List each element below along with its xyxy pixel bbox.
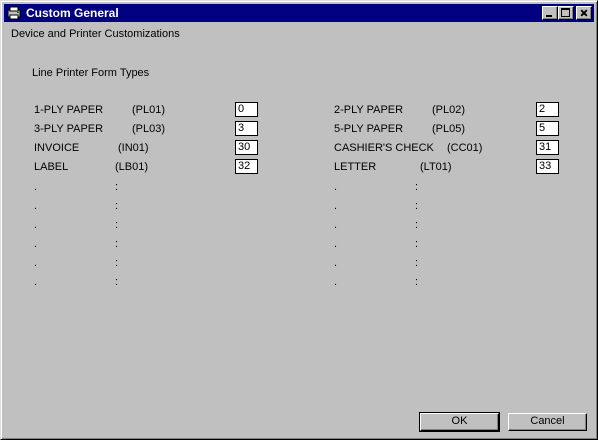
form-name: 1-PLY PAPER xyxy=(34,104,104,116)
form-value-field[interactable]: 5 xyxy=(536,121,559,136)
cancel-button[interactable]: Cancel xyxy=(508,413,587,431)
form-name: INVOICE xyxy=(34,142,80,154)
form-name: LABEL xyxy=(34,161,69,173)
form-name: LETTER xyxy=(334,161,377,173)
empty-slot-name: . xyxy=(34,219,38,231)
empty-slot-name: . xyxy=(34,238,38,250)
empty-slot-name: . xyxy=(334,200,338,212)
empty-slot-name: . xyxy=(334,257,338,269)
empty-slot-name: . xyxy=(34,181,38,193)
empty-slot-code: : xyxy=(115,219,119,231)
app-icon xyxy=(7,6,21,20)
maximize-icon[interactable] xyxy=(558,6,574,20)
empty-slot-code: : xyxy=(115,238,119,250)
title-bar[interactable]: Custom General xyxy=(4,4,594,22)
window-title: Custom General xyxy=(26,6,119,20)
form-code: (LT01) xyxy=(420,161,452,173)
form-code: (CC01) xyxy=(447,142,483,154)
form-name: 3-PLY PAPER xyxy=(34,123,104,135)
empty-slot-name: . xyxy=(334,219,338,231)
empty-slot-name: . xyxy=(34,200,38,212)
form-name: 2-PLY PAPER xyxy=(334,104,404,116)
empty-slot-code: : xyxy=(415,200,419,212)
section-title: Line Printer Form Types xyxy=(32,67,150,79)
form-code: (PL01) xyxy=(132,104,166,116)
form-value-field[interactable]: 3 xyxy=(235,121,258,136)
form-code: (PL03) xyxy=(132,123,166,135)
form-value-field[interactable]: 32 xyxy=(235,159,258,174)
empty-slot-name: . xyxy=(334,276,338,288)
close-icon[interactable] xyxy=(576,6,592,20)
empty-slot-code: : xyxy=(415,181,419,193)
empty-slot-name: . xyxy=(34,276,38,288)
form-code: (LB01) xyxy=(115,161,149,173)
form-name: 5-PLY PAPER xyxy=(334,123,404,135)
empty-slot-name: . xyxy=(334,181,338,193)
custom-general-window: Custom General Device and Printer Custom… xyxy=(0,0,598,440)
form-value-field[interactable]: 33 xyxy=(536,159,559,174)
empty-slot-code: : xyxy=(115,200,119,212)
ok-button[interactable]: OK xyxy=(419,412,500,432)
empty-slot-code: : xyxy=(415,238,419,250)
form-value-field[interactable]: 0 xyxy=(235,102,258,117)
empty-slot-name: . xyxy=(34,257,38,269)
form-value-field[interactable]: 30 xyxy=(235,140,258,155)
form-code: (PL02) xyxy=(432,104,466,116)
empty-slot-code: : xyxy=(415,257,419,269)
empty-slot-code: : xyxy=(115,257,119,269)
subtitle: Device and Printer Customizations xyxy=(11,28,180,40)
empty-slot-code: : xyxy=(115,181,119,193)
form-code: (IN01) xyxy=(118,142,149,154)
empty-slot-code: : xyxy=(415,219,419,231)
form-value-field[interactable]: 31 xyxy=(536,140,559,155)
empty-slot-code: : xyxy=(415,276,419,288)
form-name: CASHIER'S CHECK xyxy=(334,142,434,154)
minimize-icon[interactable] xyxy=(542,6,558,20)
empty-slot-code: : xyxy=(115,276,119,288)
form-value-field[interactable]: 2 xyxy=(536,102,559,117)
form-code: (PL05) xyxy=(432,123,466,135)
empty-slot-name: . xyxy=(334,238,338,250)
